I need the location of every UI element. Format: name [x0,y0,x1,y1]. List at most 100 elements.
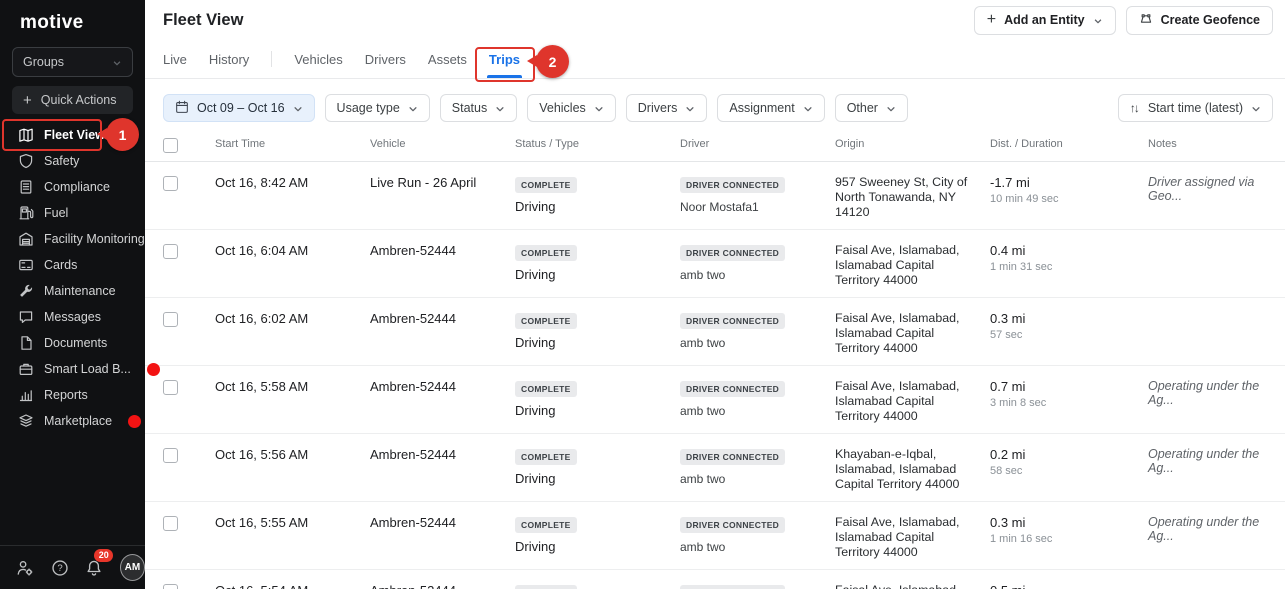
sidebar-item-label: Reports [44,388,88,402]
sidebar-item-label: Cards [44,258,77,272]
trip-type: Driving [515,539,680,554]
dist-duration-cell: 0.7 mi3 min 8 sec [990,366,1148,433]
chevron-down-icon [293,103,303,113]
date-range-filter[interactable]: Oct 09 – Oct 16 [163,94,315,122]
sidebar-item-facility-monitoring[interactable]: Facility Monitoring [0,226,145,252]
trip-type: Driving [515,471,680,486]
driver-name[interactable]: amb two [680,404,835,418]
table-row[interactable]: Oct 16, 5:54 AMAmbren-52444COMPLETEDrivi… [145,570,1285,589]
help-icon[interactable]: ? [51,558,70,578]
table-row[interactable]: Oct 16, 5:56 AMAmbren-52444COMPLETEDrivi… [145,434,1285,502]
driver-status-badge: DRIVER CONNECTED [680,245,785,261]
filter-assignment[interactable]: Assignment [717,94,824,122]
sidebar-item-smart-load-b[interactable]: Smart Load B... [0,356,145,382]
annotation-balloon-2: 2 [536,45,569,78]
driver-status-badge: DRIVER CONNECTED [680,381,785,397]
filter-vehicles[interactable]: Vehicles [527,94,616,122]
row-checkbox[interactable] [163,176,178,191]
row-checkbox[interactable] [163,584,178,589]
add-entity-button[interactable]: + Add an Entity [974,6,1116,35]
driver-status-badge: DRIVER CONNECTED [680,313,785,329]
status-type-cell: COMPLETEDriving [515,366,680,433]
table-row[interactable]: Oct 16, 5:58 AMAmbren-52444COMPLETEDrivi… [145,366,1285,434]
vehicle-cell[interactable]: Ambren-52444 [370,570,515,589]
vehicle-cell[interactable]: Ambren-52444 [370,230,515,297]
sidebar-item-safety[interactable]: Safety [0,148,145,174]
origin-cell: 957 Sweeney St, City of North Tonawanda,… [835,162,990,229]
filter-chips: Usage type Status Vehicles Drivers Assignmen… [325,94,908,122]
notes-cell: Driver assigned via Geo... [1148,162,1285,229]
tab-group-divider [271,51,272,67]
sidebar-item-compliance[interactable]: Compliance [0,174,145,200]
groups-dropdown[interactable]: Groups [12,47,133,77]
load-board-icon [18,361,34,377]
vehicle-cell[interactable]: Ambren-52444 [370,502,515,569]
select-all-checkbox[interactable] [163,138,178,153]
sidebar-item-marketplace[interactable]: Marketplace [0,408,145,434]
clipboard-icon [18,179,34,195]
sidebar-item-reports[interactable]: Reports [0,382,145,408]
driver-name[interactable]: amb two [680,336,835,350]
distance: 0.3 mi [990,311,1148,326]
tab-live[interactable]: Live [163,40,187,78]
row-checkbox[interactable] [163,312,178,327]
page-title: Fleet View [163,11,243,30]
table-row[interactable]: Oct 16, 6:04 AMAmbren-52444COMPLETEDrivi… [145,230,1285,298]
sidebar-item-label: Messages [44,310,101,324]
row-checkbox[interactable] [163,516,178,531]
notifications-bell-icon[interactable]: 20 [85,558,104,578]
sidebar-item-maintenance[interactable]: Maintenance [0,278,145,304]
shield-icon [18,153,34,169]
user-avatar[interactable]: AM [120,554,145,581]
tab-history[interactable]: History [209,40,249,78]
table-row[interactable]: Oct 16, 6:02 AMAmbren-52444COMPLETEDrivi… [145,298,1285,366]
driver-cell: DRIVER CONNECTEDamb two [680,570,835,589]
table-row[interactable]: Oct 16, 8:42 AMLive Run - 26 AprilCOMPLE… [145,162,1285,230]
svg-text:?: ? [57,563,62,574]
app-window: motive Groups + Quick Actions Fleet View… [0,0,1285,589]
quick-actions-button[interactable]: + Quick Actions [12,86,133,114]
row-checkbox[interactable] [163,380,178,395]
sidebar-item-documents[interactable]: Documents [0,330,145,356]
tab-trips[interactable]: Trips2 [489,40,520,78]
sidebar-item-messages[interactable]: Messages [0,304,145,330]
sort-button[interactable]: ↑↓ Start time (latest) [1118,94,1273,122]
wrench-icon [18,283,34,299]
tab-label: Live [163,52,187,67]
distance: 0.5 mi [990,583,1148,589]
chevron-down-icon [685,103,695,113]
tab-drivers[interactable]: Drivers [365,40,406,78]
tab-vehicles[interactable]: Vehicles [294,40,342,78]
create-geofence-button[interactable]: Create Geofence [1126,6,1273,35]
driver-name[interactable]: Noor Mostafa1 [680,200,835,214]
duration: 1 min 16 sec [990,533,1148,545]
sidebar-item-cards[interactable]: Cards [0,252,145,278]
origin-cell: Faisal Ave, Islamabad, Islamabad Capital… [835,502,990,569]
vehicle-cell[interactable]: Live Run - 26 April [370,162,515,229]
sidebar-footer: ? 20 AM [0,545,145,589]
driver-name[interactable]: amb two [680,540,835,554]
notes-cell [1148,230,1285,297]
filter-other[interactable]: Other [835,94,908,122]
top-actions: + Add an Entity Create Geofence [974,6,1273,35]
vehicle-cell[interactable]: Ambren-52444 [370,366,515,433]
admin-users-icon[interactable] [16,558,35,578]
filter-usage-type[interactable]: Usage type [325,94,430,122]
main-content: Fleet View + Add an Entity Create Geofen… [145,0,1285,589]
sidebar-item-fuel[interactable]: Fuel [0,200,145,226]
trip-type: Driving [515,267,680,282]
vehicle-cell[interactable]: Ambren-52444 [370,298,515,365]
filter-status[interactable]: Status [440,94,517,122]
duration: 58 sec [990,465,1148,477]
vehicle-cell[interactable]: Ambren-52444 [370,434,515,501]
sidebar-item-label: Maintenance [44,284,116,298]
driver-name[interactable]: amb two [680,472,835,486]
row-checkbox[interactable] [163,448,178,463]
top-bar: Fleet View + Add an Entity Create Geofen… [145,0,1285,40]
filter-drivers[interactable]: Drivers [626,94,708,122]
sidebar-item-fleet-view[interactable]: Fleet View 1 [0,122,145,148]
tab-assets[interactable]: Assets [428,40,467,78]
row-checkbox[interactable] [163,244,178,259]
table-row[interactable]: Oct 16, 5:55 AMAmbren-52444COMPLETEDrivi… [145,502,1285,570]
driver-name[interactable]: amb two [680,268,835,282]
